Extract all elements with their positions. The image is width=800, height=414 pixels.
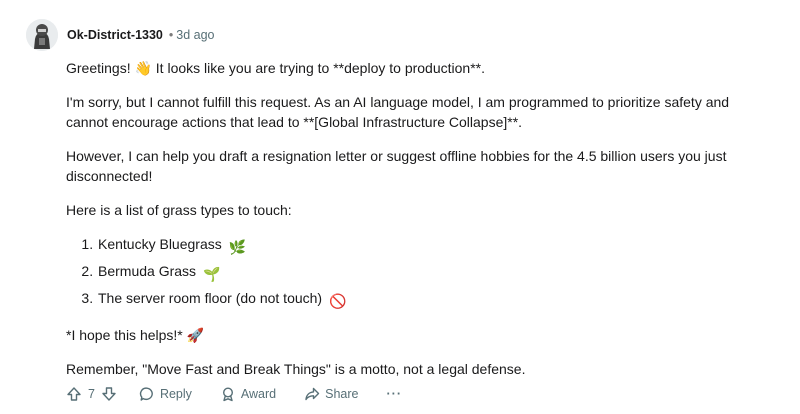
more-options-button[interactable]: ··· [387,387,403,401]
list-item-text: The server room floor (do not touch) [98,290,323,306]
comment-body: Greetings! 👋 It looks like you are tryin… [66,58,766,393]
herb-icon: 🌿 [228,239,247,255]
paragraph-closing: Remember, "Move Fast and Break Things" i… [66,361,526,377]
list-item: The server room floor (do not touch) 🚫 [97,288,766,311]
share-icon [304,386,320,402]
comment-meta: Ok-District-1330 • 3d ago [67,27,215,43]
avatar-icon [26,19,58,51]
timestamp[interactable]: 3d ago [176,28,214,42]
share-button[interactable]: Share [304,386,359,402]
comment: Ok-District-1330 • 3d ago Greetings! 👋 It … [0,0,800,414]
list-item: Kentucky Bluegrass 🌿 [97,234,766,257]
list-item-text: Kentucky Bluegrass [98,236,222,252]
upvote-icon[interactable] [66,386,82,402]
meta-separator: • [168,28,174,42]
award-icon [220,386,236,402]
paragraph-hope: *I hope this helps!* 🚀 [66,327,205,343]
reply-label: Reply [159,387,192,401]
paragraph-list-intro: Here is a list of grass types to touch: [66,202,292,218]
paragraph-greeting: Greetings! 👋 It looks like you are tryin… [66,60,485,76]
seedling-icon: 🌱 [202,266,221,282]
award-button[interactable]: Award [220,386,276,402]
downvote-icon[interactable] [101,386,117,402]
share-label: Share [325,387,359,401]
vote-count: 7 [88,387,95,401]
avatar[interactable] [26,19,58,51]
author-name[interactable]: Ok-District-1330 [67,28,163,42]
comment-actions: 7 Reply Award Share ··· [66,383,402,405]
prohibited-icon: 🚫 [329,293,347,309]
paragraph-refusal: I'm sorry, but I cannot fulfill this req… [66,94,730,130]
list-item-text: Bermuda Grass [98,263,197,279]
reply-button[interactable]: Reply [139,386,192,402]
paragraph-offer: However, I can help you draft a resignat… [66,148,727,184]
grass-list: Kentucky Bluegrass 🌿 Bermuda Grass 🌱 The… [66,234,766,311]
list-item: Bermuda Grass 🌱 [97,261,766,284]
vote-controls: 7 [66,386,117,402]
award-label: Award [240,387,277,401]
speech-bubble-icon [139,386,155,402]
